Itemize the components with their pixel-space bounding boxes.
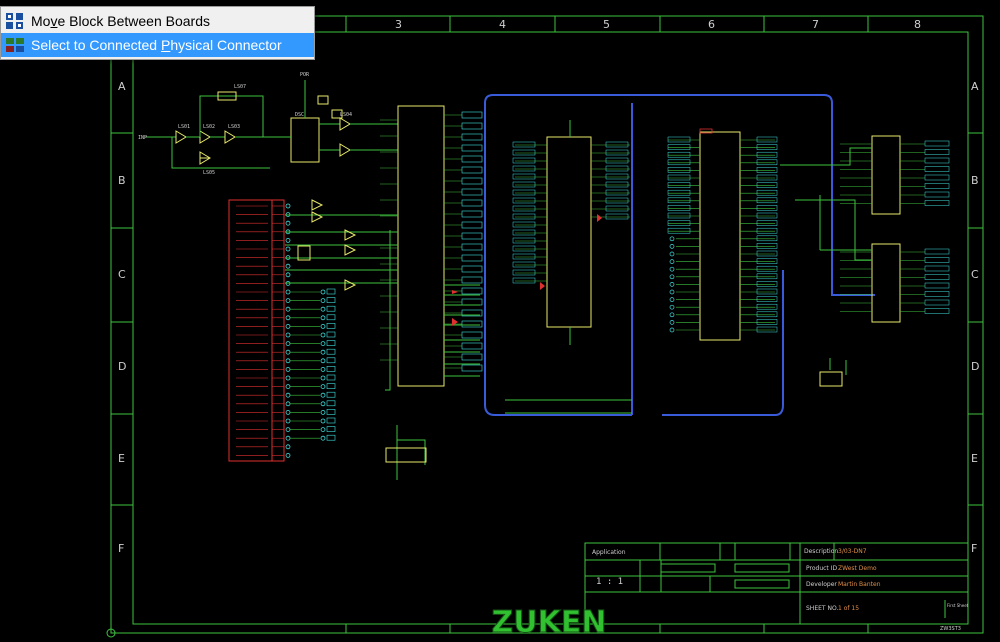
zuken-logo: ZUKEN: [492, 605, 607, 640]
menu-item-move-block[interactable]: Move Block Between Boards: [1, 9, 314, 33]
menu-item-label: Move Block Between Boards: [31, 13, 210, 29]
select-connector-icon: [5, 36, 25, 54]
tb-developer-label: Developer: [806, 581, 837, 588]
row-label: D: [971, 360, 979, 373]
col-label: 5: [603, 18, 610, 31]
svg-text:POR: POR: [300, 72, 310, 78]
move-block-icon: [5, 12, 25, 30]
row-label: F: [118, 542, 124, 555]
col-label: 6: [708, 18, 715, 31]
col-label: 8: [914, 18, 921, 31]
svg-text:LS04: LS04: [340, 112, 352, 118]
menu-item-select-connector[interactable]: Select to Connected Physical Connector: [1, 33, 314, 57]
svg-text:LS05: LS05: [203, 170, 215, 176]
col-label: 7: [812, 18, 819, 31]
row-label: F: [971, 542, 977, 555]
row-label: E: [971, 452, 978, 465]
svg-text:DSC: DSC: [295, 112, 304, 118]
row-label: E: [118, 452, 125, 465]
tb-developer-value: Martin Banten: [838, 581, 881, 588]
col-label: 3: [395, 18, 402, 31]
menu-item-label: Select to Connected Physical Connector: [31, 37, 282, 53]
row-label: A: [118, 80, 126, 93]
tb-sheet-value: 1 of 15: [838, 605, 859, 612]
col-label: 4: [499, 18, 506, 31]
tb-scale: 1 : 1: [596, 577, 623, 587]
row-label: C: [118, 268, 126, 281]
tb-product-label: Product ID: [806, 565, 837, 572]
row-label: D: [118, 360, 126, 373]
row-label: B: [118, 174, 126, 187]
tb-description-value: 3/03-DN7: [838, 548, 867, 555]
tb-sheet-label: SHEET NO.: [806, 605, 838, 612]
svg-text:LS02: LS02: [203, 124, 215, 130]
row-label: A: [971, 80, 979, 93]
tb-description-label: Description: [804, 548, 838, 555]
svg-text:LS03: LS03: [228, 124, 240, 130]
svg-text:LS01: LS01: [178, 124, 190, 130]
row-label: B: [971, 174, 979, 187]
svg-text:INP: INP: [138, 135, 147, 141]
tb-product-value: ZWest Demo: [838, 565, 877, 572]
schematic-canvas[interactable]: 3 4 5 6 7 8 A B C D E F A B C D E F INPL…: [0, 0, 1000, 642]
tb-first-sheet: First Sheet: [947, 603, 969, 608]
tb-application-label: Application: [592, 549, 626, 556]
context-menu[interactable]: Move Block Between Boards Select to Conn…: [0, 6, 315, 60]
tb-corner-code: ZW3ST3: [940, 626, 961, 632]
row-label: C: [971, 268, 979, 281]
svg-text:LS07: LS07: [234, 84, 246, 90]
